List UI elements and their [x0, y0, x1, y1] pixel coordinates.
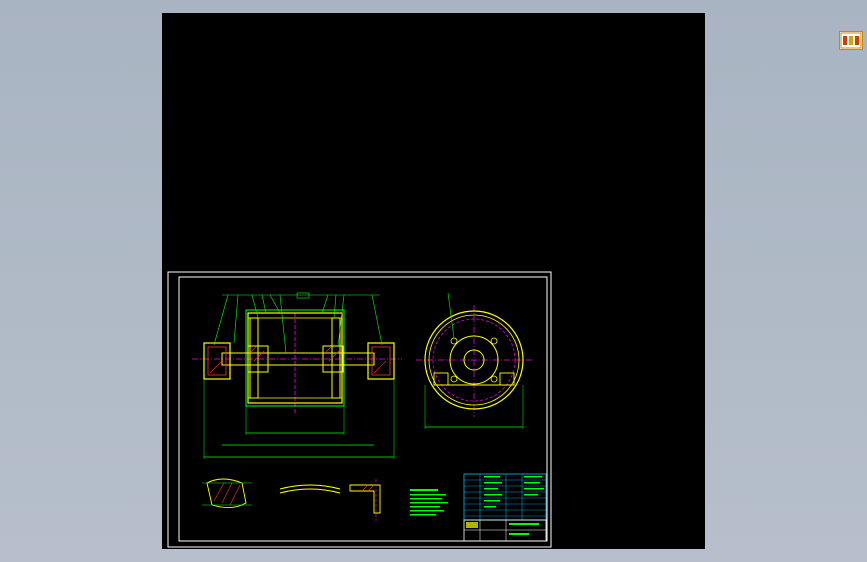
- detail-views: [202, 478, 381, 521]
- cad-drawing: [167, 271, 552, 548]
- front-section-view: [192, 292, 402, 459]
- drawing-thumbnail-icon[interactable]: [839, 31, 863, 50]
- title-block: [463, 519, 547, 542]
- notes-block: [410, 489, 448, 516]
- sheet-outer-frame: [167, 271, 552, 548]
- cad-model-space[interactable]: [162, 13, 863, 549]
- parts-table: [463, 473, 547, 521]
- side-view: [416, 292, 532, 429]
